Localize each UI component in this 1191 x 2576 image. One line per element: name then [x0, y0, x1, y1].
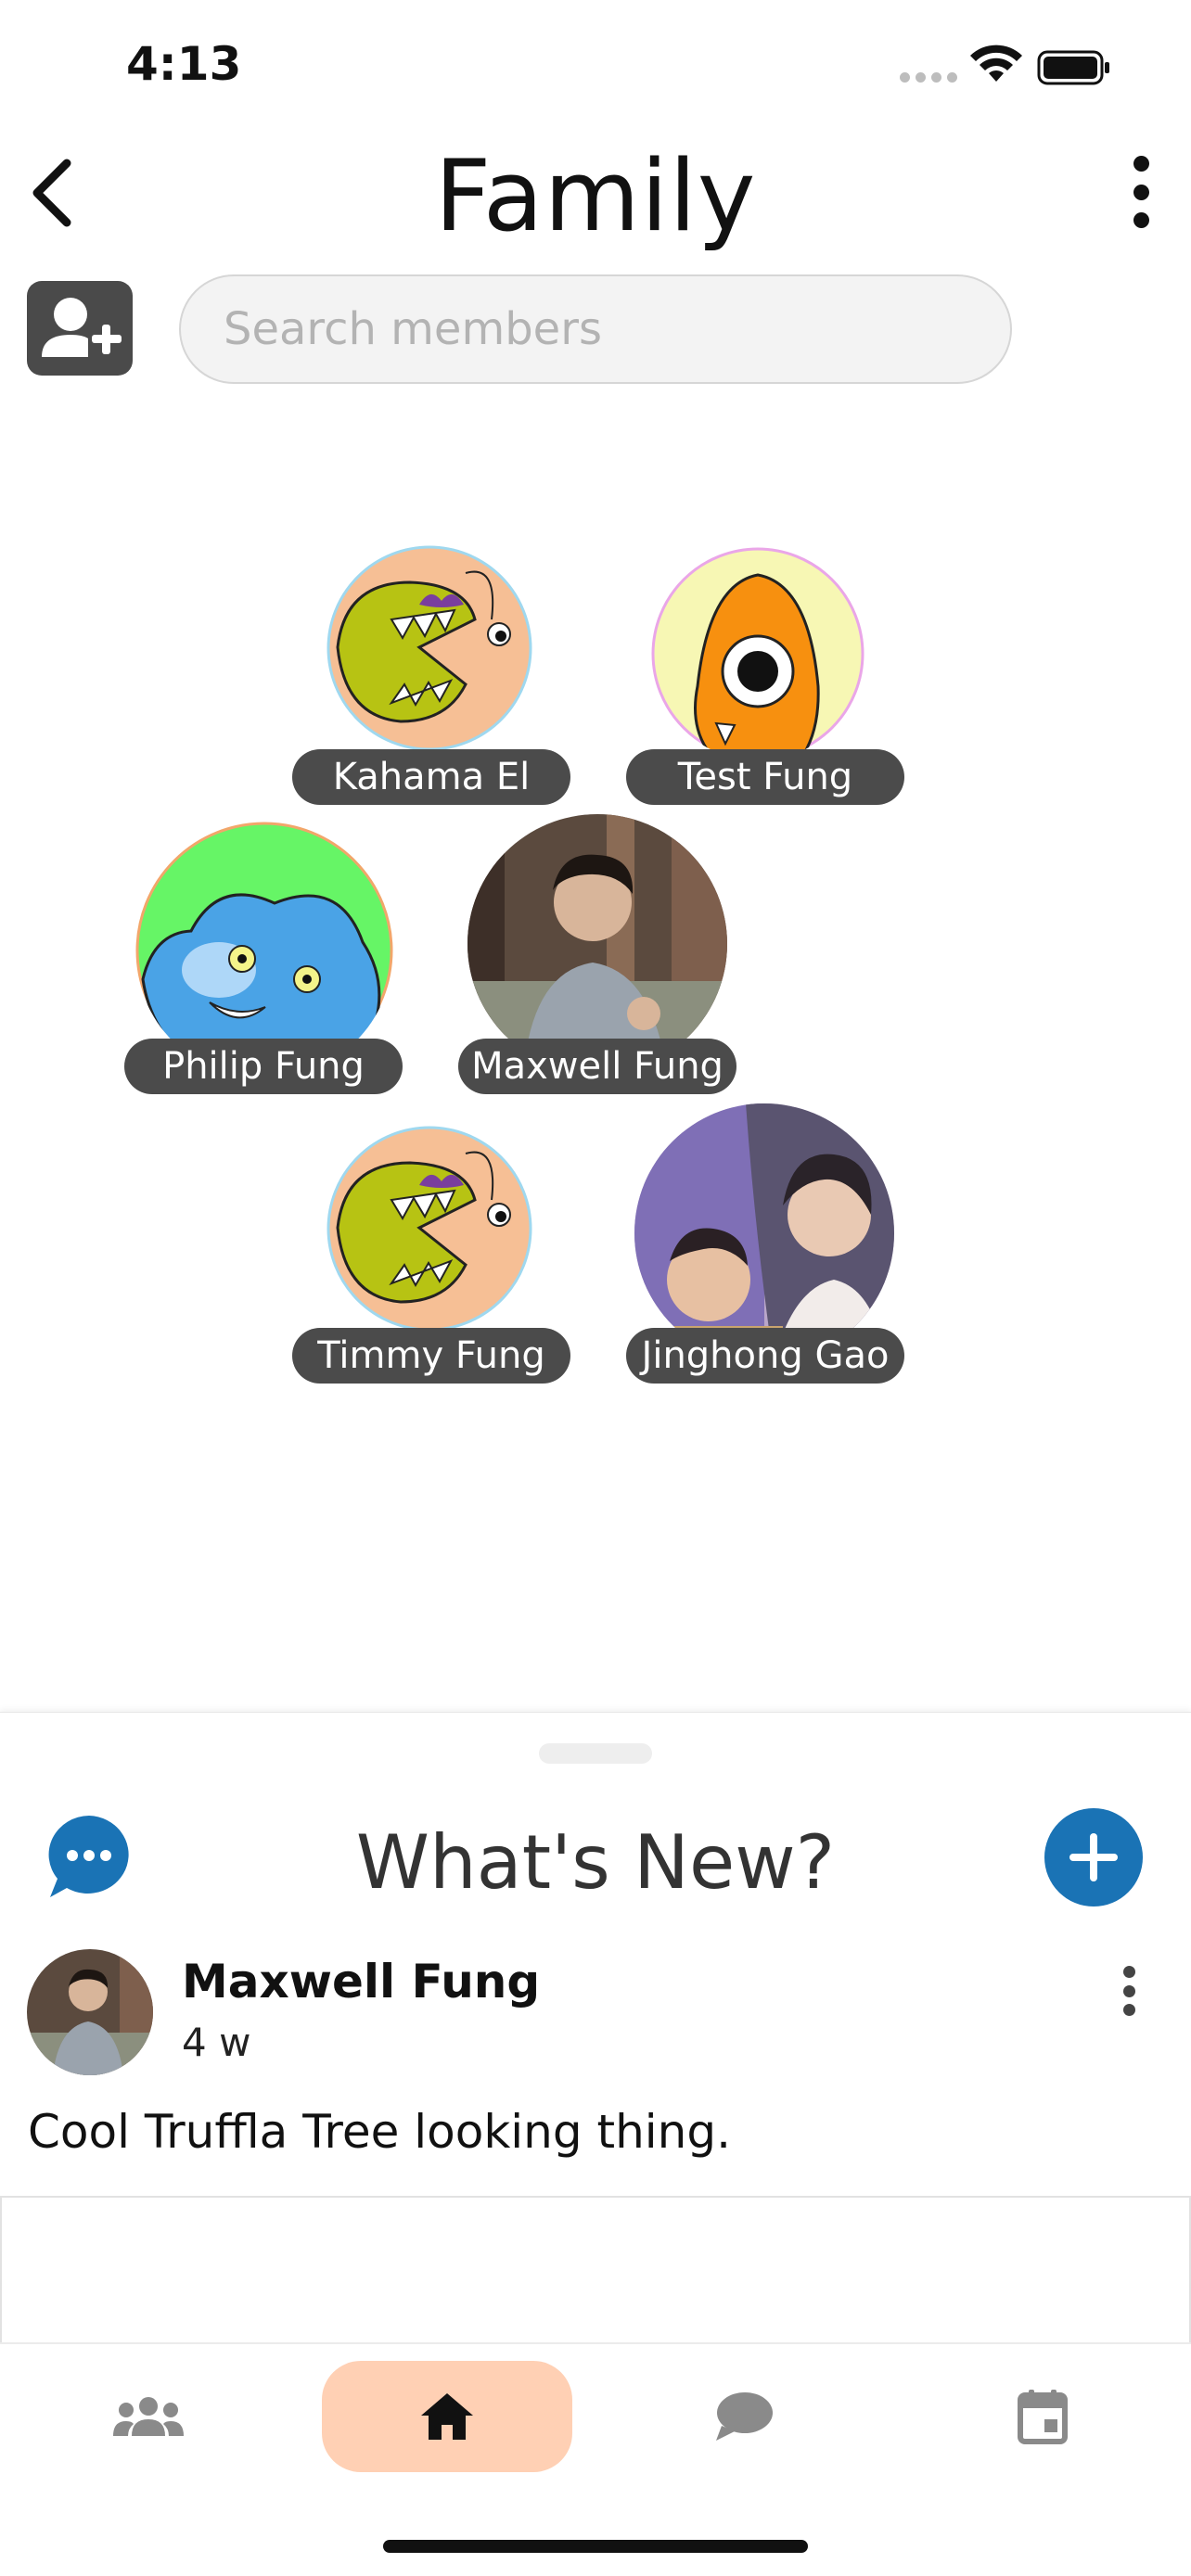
status-time: 4:13 [126, 37, 242, 91]
nav-family-tab[interactable] [93, 2361, 204, 2472]
add-user-icon [42, 298, 122, 357]
family-icon [113, 2397, 184, 2436]
post-author-avatar[interactable] [27, 1949, 153, 2075]
member-name-label: Kahama El [292, 749, 570, 805]
member-name-label: Jinghong Gao [626, 1328, 904, 1384]
home-indicator[interactable] [383, 2540, 808, 2553]
search-members-input[interactable] [179, 274, 1012, 384]
post-author-name[interactable]: Maxwell Fung [182, 1955, 540, 2009]
add-member-button[interactable] [27, 281, 133, 376]
sheet-drag-handle[interactable] [539, 1743, 652, 1764]
member-name-label: Maxwell Fung [458, 1039, 736, 1094]
plus-icon [1069, 1833, 1118, 1881]
whats-new-title: What's New? [355, 1819, 836, 1906]
calendar-icon [1018, 2390, 1068, 2444]
battery-icon [1037, 50, 1109, 85]
page-title: Family [434, 139, 757, 253]
monster-green-icon [327, 1126, 532, 1332]
more-options-button[interactable] [1122, 156, 1159, 228]
status-bar: 4:13 [0, 0, 1191, 130]
wifi-icon [970, 45, 1022, 82]
post-body-text: Cool Truffla Tree looking thing. [28, 2105, 732, 2159]
nav-home-tab[interactable] [322, 2361, 572, 2472]
nav-calendar-tab[interactable] [987, 2361, 1098, 2472]
new-post-button[interactable] [1044, 1808, 1143, 1906]
member-name-label: Timmy Fung [292, 1328, 570, 1384]
member-photo [467, 814, 727, 1074]
member-name-label: Philip Fung [124, 1039, 403, 1094]
member-name-label: Test Fung [626, 749, 904, 805]
monster-orange-icon [651, 547, 864, 760]
nav-chat-tab[interactable] [688, 2361, 800, 2472]
member-photo [634, 1103, 894, 1363]
chat-icon [716, 2392, 773, 2441]
monster-green-icon [327, 545, 532, 751]
post-timestamp: 4 w [182, 2020, 251, 2065]
home-icon [421, 2393, 473, 2440]
cellular-signal-icon [900, 72, 957, 83]
post-options-button[interactable] [1119, 1966, 1139, 2016]
post-media-area[interactable] [0, 2196, 1191, 2344]
